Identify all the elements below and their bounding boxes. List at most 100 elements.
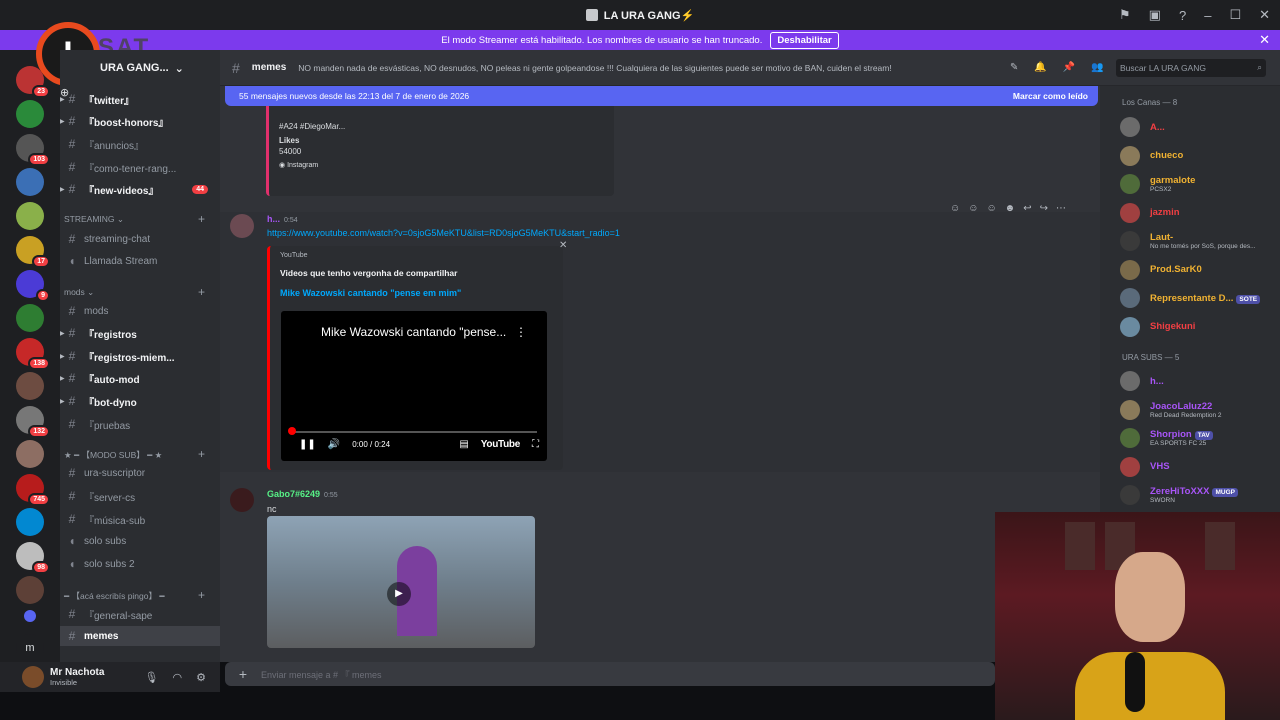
avatar[interactable] (230, 214, 254, 238)
server-icon[interactable] (16, 372, 44, 400)
member-item[interactable]: JoacoLaluz22 Red Dead Redemption 2 (1120, 397, 1280, 423)
pause-icon[interactable]: ❚❚ (299, 439, 316, 450)
voice-channel-item[interactable]: ◖ solo subs 2 (60, 554, 220, 574)
reaction-icon[interactable]: ☺ (950, 203, 960, 214)
server-icon[interactable]: 132 (16, 406, 50, 438)
channel-item[interactable]: ▶ # 『boost-honors』 (60, 111, 220, 131)
avatar[interactable] (22, 666, 44, 688)
embed-video-title[interactable]: Mike Wazowski cantando "pense em mim" (280, 288, 461, 298)
member-item[interactable]: ZereHiToXXX MUGP SWORN (1120, 482, 1280, 508)
add-channel-icon[interactable]: + (198, 212, 205, 226)
flag-icon[interactable]: ⚑ (1119, 7, 1131, 23)
category-mods[interactable]: mods ⌄ + (64, 285, 205, 299)
server-icon[interactable] (16, 304, 44, 332)
channel-item[interactable]: # 『anuncios』 (60, 134, 220, 154)
server-icon[interactable]: 138 (16, 338, 50, 370)
members-icon[interactable]: 👥 (1091, 62, 1103, 73)
channel-item-memes-active[interactable]: # memes (60, 626, 220, 646)
captions-icon[interactable]: ▤ (459, 439, 468, 450)
server-icon-m[interactable]: m (16, 634, 44, 662)
server-header[interactable]: URA GANG... ⌄ (60, 50, 220, 86)
threads-icon[interactable]: ✎ (1010, 62, 1018, 73)
channel-item[interactable]: ▶ # 『registros-miem... (60, 346, 220, 366)
attach-plus-icon[interactable]: + (225, 666, 261, 682)
pin-icon[interactable]: 📌 (1063, 62, 1075, 73)
reaction-icon[interactable]: ☺ (968, 203, 978, 214)
youtube-logo[interactable]: YouTube (481, 439, 521, 450)
channel-item[interactable]: # 『general-sape (60, 604, 220, 624)
server-icon[interactable] (16, 576, 44, 604)
server-icon[interactable]: 9 (16, 270, 50, 302)
close-window-icon[interactable]: ✕ (1259, 7, 1270, 23)
help-icon[interactable]: ? (1179, 8, 1186, 23)
new-messages-bar[interactable]: 55 mensajes nuevos desde las 22:13 del 7… (225, 86, 1098, 106)
reaction-icon[interactable]: ☺ (986, 203, 996, 214)
folder-icon[interactable] (24, 610, 36, 622)
minimize-icon[interactable]: – (1204, 8, 1211, 23)
member-item[interactable]: h... (1120, 368, 1280, 394)
voice-channel-item[interactable]: ◖ Llamada Stream (60, 251, 220, 271)
member-item[interactable]: jazmin (1120, 200, 1280, 226)
add-channel-icon[interactable]: + (198, 285, 205, 299)
channel-item[interactable]: # mods (60, 301, 220, 321)
remove-embed-icon[interactable]: ✕ (559, 240, 567, 251)
banner-close-icon[interactable]: ✕ (1259, 32, 1270, 48)
channel-item[interactable]: ▶ # 『twitter』 (60, 89, 220, 109)
member-item[interactable]: garmalote PCSX2 (1120, 171, 1280, 197)
channel-item[interactable]: # ura-suscriptor (60, 463, 220, 483)
server-icon[interactable] (16, 100, 44, 128)
server-icon[interactable] (16, 168, 44, 196)
more-options-icon[interactable]: ⋯ (1056, 203, 1066, 214)
server-icon[interactable]: 98 (16, 542, 50, 574)
category-aca[interactable]: ━ 【acá escribís pingo】 ━ + (64, 588, 205, 602)
headphones-icon[interactable]: ◠ (173, 671, 183, 684)
more-vertical-icon[interactable]: ⋮ (515, 325, 527, 339)
volume-icon[interactable]: 🔊 (328, 439, 340, 450)
server-icon[interactable]: 17 (16, 236, 50, 268)
member-item[interactable]: VHS (1120, 454, 1280, 480)
channel-item[interactable]: # 『pruebas (60, 414, 220, 434)
channel-item[interactable]: ▶ # 『auto-mod (60, 368, 220, 388)
member-item[interactable]: Representante D... SOTE (1120, 285, 1280, 311)
message-author[interactable]: Gabo7#6249 0:55 (267, 489, 338, 499)
youtube-link[interactable]: https://www.youtube.com/watch?v=0sjoG5Me… (267, 228, 620, 238)
progress-scrubber[interactable] (288, 427, 296, 435)
channel-item[interactable]: ▶ # 『bot-dyno (60, 391, 220, 411)
channel-topic[interactable]: NO manden nada de esvásticas, NO desnudo… (298, 63, 891, 73)
microphone-icon[interactable]: 🎙 (145, 671, 159, 684)
message-author[interactable]: h... 0:54 (267, 214, 298, 224)
member-item[interactable]: Shigekuni (1120, 314, 1280, 340)
embed-author[interactable]: Videos que tenho vergonha de compartilha… (280, 268, 457, 278)
progress-bar[interactable] (291, 431, 537, 433)
channel-item[interactable]: # 『música-sub (60, 509, 220, 529)
disable-streamer-button[interactable]: Deshabilitar (770, 31, 839, 49)
channel-item[interactable]: # 『server-cs (60, 486, 220, 506)
message-composer[interactable]: + Enviar mensaje a # 『 memes (225, 662, 995, 686)
server-icon[interactable]: 103 (16, 134, 50, 166)
member-item[interactable]: A... (1120, 114, 1280, 140)
add-channel-icon[interactable]: + (198, 447, 205, 461)
server-icon[interactable]: 745 (16, 474, 50, 506)
monitor-icon[interactable]: ▣ (1149, 7, 1161, 23)
mark-as-read-button[interactable]: Marcar como leído (1013, 91, 1088, 101)
channel-item[interactable]: ▶ # 『new-videos』 44 (60, 179, 220, 199)
settings-gear-icon[interactable]: ⚙ (196, 671, 206, 684)
member-item[interactable]: Prod.SarK0 (1120, 257, 1280, 283)
reply-icon[interactable]: ↩ (1023, 203, 1031, 214)
channel-item[interactable]: # streaming-chat (60, 229, 220, 249)
server-icon[interactable] (16, 202, 44, 230)
avatar[interactable] (230, 488, 254, 512)
bell-icon[interactable]: 🔔 (1034, 62, 1046, 73)
voice-channel-item[interactable]: ◖ solo subs (60, 531, 220, 551)
video-player[interactable]: Mike Wazowski cantando "pense... ⋮ ❚❚ 🔊 … (281, 311, 547, 461)
forward-icon[interactable]: ↪ (1040, 203, 1048, 214)
video-attachment[interactable]: ▶ (267, 516, 535, 648)
maximize-icon[interactable]: ☐ (1229, 7, 1241, 23)
fullscreen-icon[interactable]: ⛶ (532, 439, 539, 450)
channel-item[interactable]: ▶ # 『registros (60, 323, 220, 343)
server-icon[interactable] (16, 440, 44, 468)
member-item[interactable]: chueco (1120, 143, 1280, 169)
server-icon[interactable] (16, 508, 44, 536)
add-channel-icon[interactable]: + (198, 588, 205, 602)
search-input[interactable]: Buscar LA URA GANG ⌕ (1116, 58, 1266, 77)
